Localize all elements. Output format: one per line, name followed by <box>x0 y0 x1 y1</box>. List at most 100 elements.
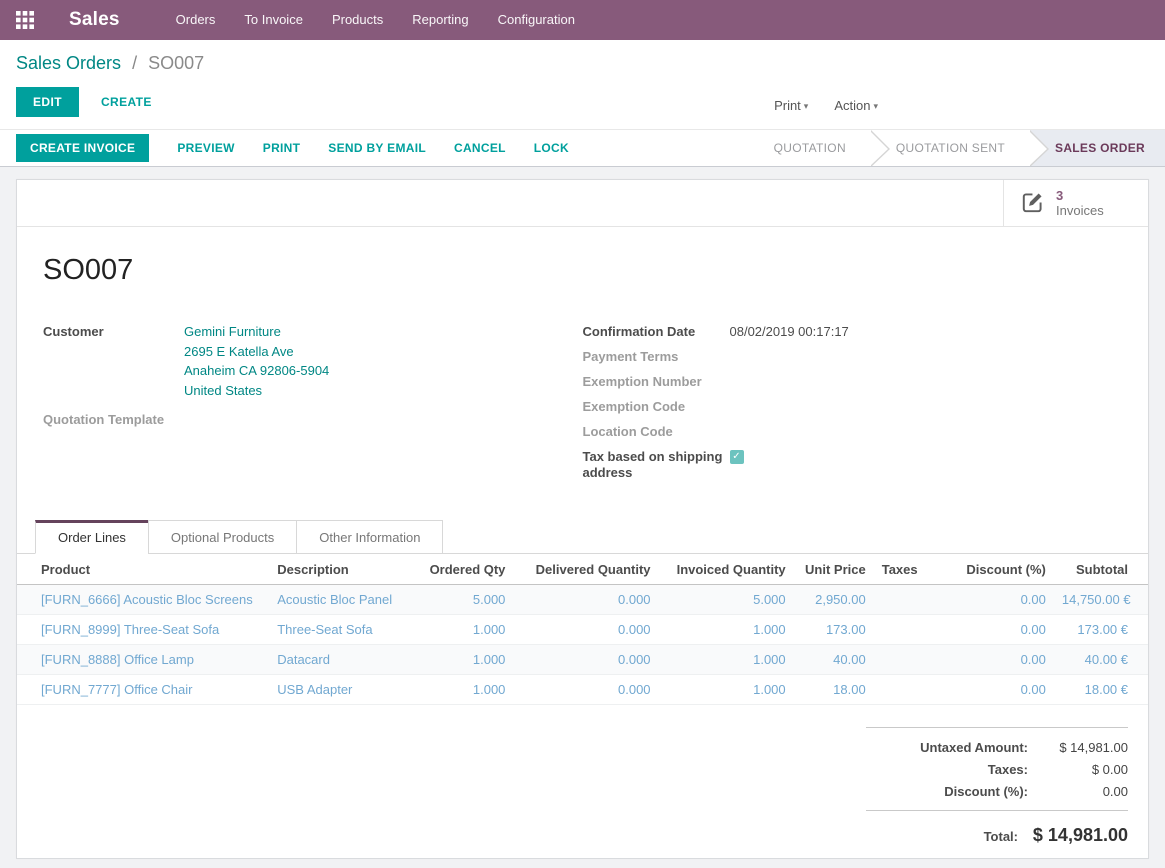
taxes-label: Taxes: <box>866 762 1028 777</box>
order-line-row[interactable]: [FURN_6666] Acoustic Bloc Screens Acoust… <box>17 585 1148 615</box>
statusbar-buttons: CREATE INVOICE PREVIEW PRINT SEND BY EMA… <box>0 130 569 166</box>
untaxed-amount-value: $ 14,981.00 <box>1028 740 1128 755</box>
col-header-product: Product <box>17 554 269 585</box>
cell-delivered-qty: 0.000 <box>513 675 658 705</box>
customer-address-street: 2695 E Katella Ave <box>184 342 329 362</box>
exemption-code-field: Exemption Code <box>583 399 1123 415</box>
location-code-field: Location Code <box>583 424 1123 440</box>
confirmation-date-field: Confirmation Date 08/02/2019 00:17:17 <box>583 324 1123 340</box>
customer-label: Customer <box>43 324 184 400</box>
cell-taxes <box>874 615 946 645</box>
sheet-body: SO007 Customer Gemini Furniture 2695 E K… <box>17 254 1148 490</box>
nav-item-products[interactable]: Products <box>322 0 393 40</box>
cancel-button[interactable]: CANCEL <box>454 141 506 155</box>
tab-optional-products[interactable]: Optional Products <box>148 520 297 554</box>
apps-grid-icon[interactable] <box>15 10 35 30</box>
exemption-number-field: Exemption Number <box>583 374 1123 390</box>
create-button[interactable]: CREATE <box>101 95 152 109</box>
record-action-menus: Print▾ Action▾ <box>774 98 878 113</box>
print-button[interactable]: PRINT <box>263 141 301 155</box>
discount-value: 0.00 <box>1028 784 1128 799</box>
col-header-taxes: Taxes <box>874 554 946 585</box>
tab-other-information[interactable]: Other Information <box>296 520 443 554</box>
order-name-title: SO007 <box>43 254 1122 287</box>
customer-address-city: Anaheim CA 92806-5904 <box>184 361 329 381</box>
status-pipeline: QUOTATION QUOTATION SENT SALES ORDER <box>749 130 1165 167</box>
nav-item-reporting[interactable]: Reporting <box>402 0 478 40</box>
order-line-row[interactable]: [FURN_7777] Office Chair USB Adapter 1.0… <box>17 675 1148 705</box>
col-header-invoiced-qty: Invoiced Quantity <box>659 554 794 585</box>
cell-unit-price: 18.00 <box>794 675 874 705</box>
edit-button[interactable]: EDIT <box>16 87 79 117</box>
confirmation-date-value: 08/02/2019 00:17:17 <box>730 324 849 340</box>
cell-unit-price: 2,950.00 <box>794 585 874 615</box>
total-label: Total: <box>866 829 1018 844</box>
customer-field: Customer Gemini Furniture 2695 E Katella… <box>43 324 583 400</box>
cell-product: [FURN_7777] Office Chair <box>17 675 269 705</box>
cell-delivered-qty: 0.000 <box>513 585 658 615</box>
nav-menu: Orders To Invoice Products Reporting Con… <box>166 0 594 40</box>
quotation-template-field: Quotation Template <box>43 412 583 428</box>
subtotals-group: Untaxed Amount: $ 14,981.00 Taxes: $ 0.0… <box>866 727 1128 810</box>
cell-ordered-qty: 1.000 <box>421 675 513 705</box>
col-header-discount: Discount (%) <box>946 554 1054 585</box>
field-groups: Customer Gemini Furniture 2695 E Katella… <box>43 324 1122 490</box>
status-step-sales-order[interactable]: SALES ORDER <box>1030 130 1165 167</box>
cell-invoiced-qty: 5.000 <box>659 585 794 615</box>
cell-taxes <box>874 585 946 615</box>
top-nav-bar: Sales Orders To Invoice Products Reporti… <box>0 0 1165 40</box>
print-dropdown[interactable]: Print▾ <box>774 98 808 113</box>
exemption-code-label: Exemption Code <box>583 399 730 415</box>
cell-product: [FURN_8999] Three-Seat Sofa <box>17 615 269 645</box>
chevron-down-icon: ▾ <box>873 101 878 111</box>
table-header-row: Product Description Ordered Qty Delivere… <box>17 554 1148 585</box>
action-dropdown[interactable]: Action▾ <box>834 98 878 113</box>
discount-label: Discount (%): <box>866 784 1028 799</box>
cell-product: [FURN_6666] Acoustic Bloc Screens <box>17 585 269 615</box>
col-header-ordered-qty: Ordered Qty <box>421 554 513 585</box>
status-step-quotation[interactable]: QUOTATION <box>749 130 871 167</box>
exemption-number-label: Exemption Number <box>583 374 730 390</box>
cell-description: Acoustic Bloc Panel <box>269 585 421 615</box>
notebook-tabs: Order Lines Optional Products Other Info… <box>17 520 1148 554</box>
breadcrumb-sales-orders[interactable]: Sales Orders <box>16 53 121 73</box>
cell-discount: 0.00 <box>946 615 1054 645</box>
nav-item-orders[interactable]: Orders <box>166 0 226 40</box>
create-invoice-button[interactable]: CREATE INVOICE <box>16 134 149 162</box>
edit-pencil-icon <box>1020 189 1046 218</box>
total-row: Total: $ 14,981.00 <box>866 819 1128 850</box>
nav-item-configuration[interactable]: Configuration <box>488 0 585 40</box>
order-line-row[interactable]: [FURN_8888] Office Lamp Datacard 1.000 0… <box>17 645 1148 675</box>
cell-subtotal: 173.00 € <box>1054 615 1148 645</box>
invoices-smart-button[interactable]: 3 Invoices <box>1003 180 1148 226</box>
cell-taxes <box>874 645 946 675</box>
cell-delivered-qty: 0.000 <box>513 615 658 645</box>
cell-invoiced-qty: 1.000 <box>659 675 794 705</box>
cell-ordered-qty: 5.000 <box>421 585 513 615</box>
cell-ordered-qty: 1.000 <box>421 645 513 675</box>
app-brand-title[interactable]: Sales <box>69 9 120 31</box>
total-value: $ 14,981.00 <box>1018 825 1128 846</box>
status-step-quotation-sent[interactable]: QUOTATION SENT <box>871 130 1030 167</box>
quotation-template-label: Quotation Template <box>43 412 184 428</box>
nav-item-to-invoice[interactable]: To Invoice <box>234 0 313 40</box>
cell-product: [FURN_8888] Office Lamp <box>17 645 269 675</box>
payment-terms-label: Payment Terms <box>583 349 730 365</box>
cell-description: USB Adapter <box>269 675 421 705</box>
col-header-description: Description <box>269 554 421 585</box>
form-view-area: 3 Invoices SO007 Customer Gemini Furnitu… <box>0 167 1165 859</box>
lock-button[interactable]: LOCK <box>534 141 569 155</box>
grand-total-group: Total: $ 14,981.00 <box>866 810 1128 858</box>
invoices-count: 3 <box>1056 188 1104 203</box>
order-line-row[interactable]: [FURN_8999] Three-Seat Sofa Three-Seat S… <box>17 615 1148 645</box>
cell-discount: 0.00 <box>946 585 1054 615</box>
tab-order-lines[interactable]: Order Lines <box>35 520 149 554</box>
taxes-row: Taxes: $ 0.00 <box>866 758 1128 780</box>
cell-invoiced-qty: 1.000 <box>659 645 794 675</box>
preview-button[interactable]: PREVIEW <box>177 141 234 155</box>
payment-terms-field: Payment Terms <box>583 349 1123 365</box>
confirmation-date-label: Confirmation Date <box>583 324 730 340</box>
customer-name-link[interactable]: Gemini Furniture <box>184 322 329 342</box>
cell-subtotal: 40.00 € <box>1054 645 1148 675</box>
send-by-email-button[interactable]: SEND BY EMAIL <box>328 141 426 155</box>
